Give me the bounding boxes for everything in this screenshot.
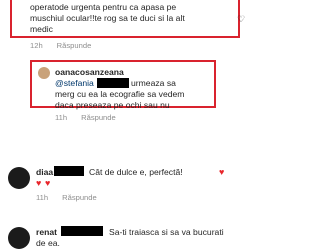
comment3-meta: 11h Răspunde: [36, 193, 97, 202]
comment2-line1-rest: urmeaza sa: [131, 78, 176, 88]
comment3-username[interactable]: diaa: [36, 167, 53, 178]
comment2-reply-button[interactable]: Răspunde: [81, 113, 116, 122]
comment2-username[interactable]: oanacosanzeana: [55, 67, 124, 78]
redaction-bar: [54, 166, 84, 176]
comment4-line1: Sa-ti traiasca si sa va bucurati: [109, 227, 224, 237]
comment2-time: 11h: [55, 113, 68, 122]
comment2-line3: daca preseaza pe ochi sau nu: [55, 100, 170, 110]
comment2-line2: merg cu ea la ecografie sa vedem: [55, 89, 185, 99]
red-heart-emoji: ♥: [219, 167, 225, 177]
comment3-reply-button[interactable]: Răspunde: [62, 193, 97, 202]
comment4-line2: de ea.: [36, 238, 60, 248]
comment2-meta: 11h Răspunde: [55, 113, 116, 122]
red-heart-emoji: ♥: [36, 178, 42, 188]
comment1-time: 12h: [30, 41, 43, 50]
like-heart-icon[interactable]: ♡: [237, 15, 245, 24]
avatar-renat[interactable]: [8, 227, 30, 249]
comment2-line1: @stefania: [55, 78, 94, 89]
comment3-time: 11h: [36, 193, 49, 202]
comment1-meta: 12h Răspunde: [30, 41, 91, 50]
comment2-mention[interactable]: @stefania: [55, 78, 94, 88]
avatar-diaa[interactable]: [8, 167, 30, 189]
red-heart-emoji: ♥: [45, 178, 51, 188]
redaction-bar: [61, 226, 103, 236]
comment2-username-text[interactable]: oanacosanzeana: [55, 67, 124, 77]
comment1-line2: muschiul ocular!!te rog sa te duci si la…: [30, 13, 185, 23]
comment4-username[interactable]: renat: [36, 227, 57, 238]
redaction-bar: [97, 78, 129, 88]
comment1-line1: operatode urgenta pentru ca apasa pe: [30, 2, 177, 12]
comment1-reply-button[interactable]: Răspunde: [57, 41, 92, 50]
comment1-line3: medic: [30, 24, 53, 34]
avatar-oanacosanzeana[interactable]: [38, 67, 50, 79]
comment3-text: Cât de dulce e, perfectă!: [89, 167, 183, 177]
